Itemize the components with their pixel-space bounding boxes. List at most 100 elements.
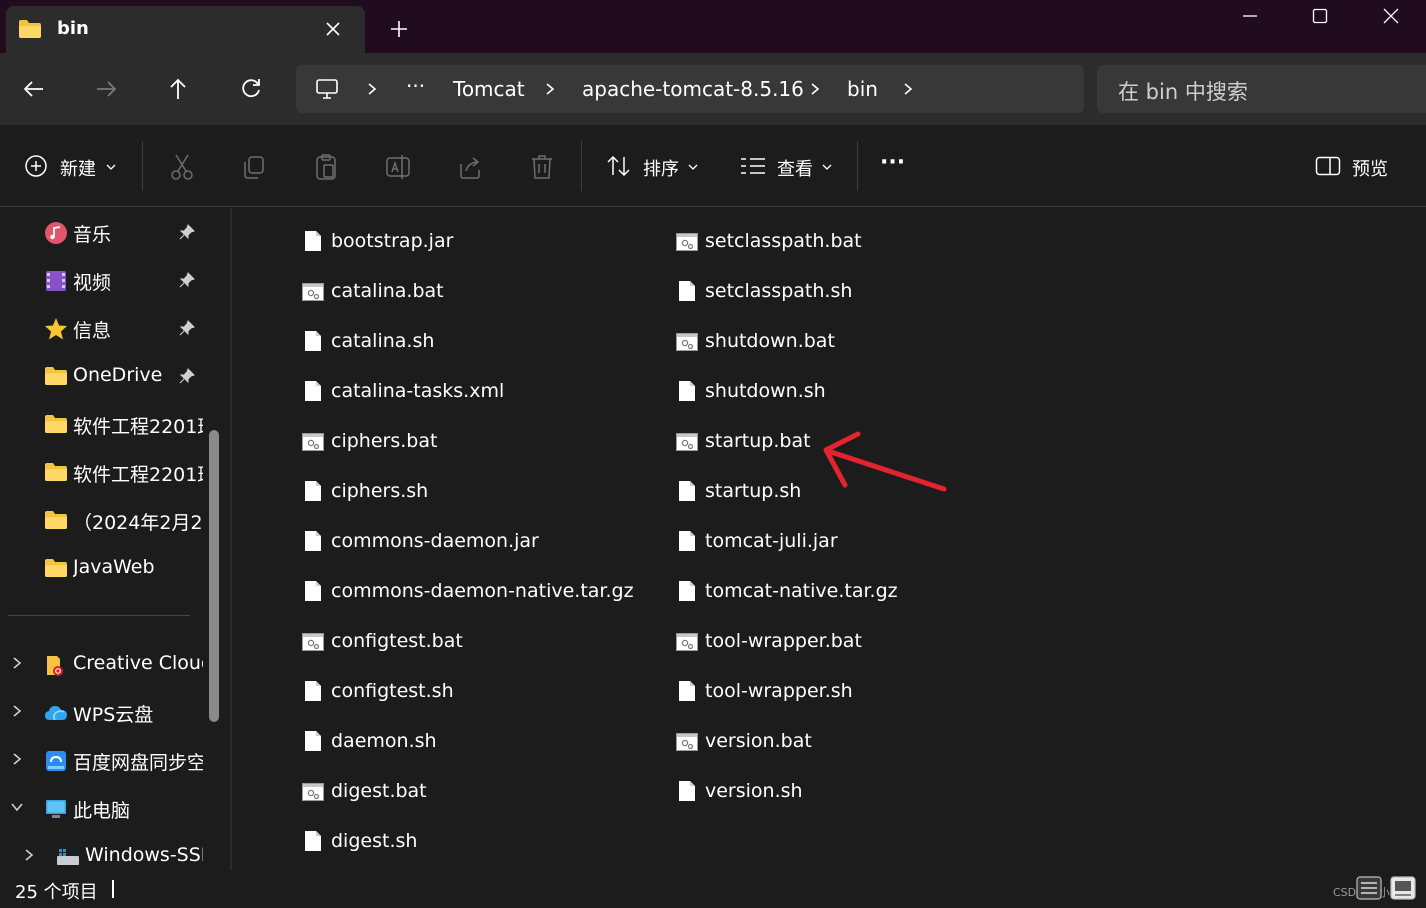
forward-arrow-icon[interactable] — [92, 75, 120, 103]
file-item[interactable]: catalina.sh — [304, 322, 644, 362]
toolbar-divider — [581, 141, 582, 191]
file-item[interactable]: catalina-tasks.xml — [304, 372, 644, 412]
file-name: shutdown.sh — [705, 380, 826, 402]
file-icon — [678, 780, 696, 806]
file-name: commons-daemon-native.tar.gz — [331, 580, 634, 602]
search-input[interactable]: 在 bin 中搜索 — [1097, 65, 1426, 113]
file-item[interactable]: catalina.bat — [302, 272, 644, 312]
sidebar-item-windows-ssd[interactable]: Windows-SSD — [0, 836, 210, 870]
file-item[interactable]: digest.bat — [302, 772, 644, 812]
tab-bin[interactable]: bin — [6, 6, 365, 53]
sidebar-item-music[interactable]: 音乐 — [0, 212, 210, 252]
file-item[interactable]: daemon.sh — [304, 722, 644, 762]
breadcrumb-tomcat[interactable]: Tomcat — [453, 77, 525, 101]
back-arrow-icon[interactable] — [20, 75, 48, 103]
file-item[interactable]: ciphers.bat — [302, 422, 644, 462]
batch-file-icon — [676, 232, 698, 256]
chevron-down-icon[interactable] — [10, 800, 24, 814]
breadcrumb-bin[interactable]: bin — [847, 77, 878, 101]
minimize-button[interactable] — [1215, 0, 1285, 33]
file-item[interactable]: shutdown.bat — [676, 322, 1018, 362]
file-item[interactable]: configtest.sh — [304, 672, 644, 712]
chevron-right-icon[interactable] — [366, 82, 378, 96]
cut-icon[interactable] — [169, 152, 195, 182]
close-window-button[interactable] — [1356, 0, 1426, 33]
file-item[interactable]: shutdown.sh — [678, 372, 1018, 412]
sidebar-item-this-pc[interactable]: 此电脑 — [0, 788, 210, 828]
sidebar-item-videos[interactable]: 视频 — [0, 260, 210, 300]
sidebar-item-label: 此电脑 — [73, 800, 131, 822]
tab-title: bin — [57, 18, 89, 39]
file-item[interactable]: commons-daemon.jar — [304, 522, 644, 562]
sidebar-item-wps-cloud[interactable]: WPS云盘 — [0, 692, 210, 732]
folder-icon — [45, 415, 67, 433]
file-item[interactable]: tomcat-juli.jar — [678, 522, 1018, 562]
copy-icon[interactable] — [241, 152, 267, 182]
chevron-right-icon[interactable] — [544, 82, 556, 96]
sidebar-item-javaweb[interactable]: JavaWeb — [0, 548, 210, 588]
file-item[interactable]: version.bat — [676, 722, 1018, 762]
batch-file-icon — [676, 732, 698, 756]
folder-icon — [19, 20, 41, 38]
file-item[interactable]: tool-wrapper.sh — [678, 672, 1018, 712]
share-icon[interactable] — [457, 152, 483, 182]
file-item[interactable]: tomcat-native.tar.gz — [678, 572, 1018, 612]
sidebar-item-info[interactable]: 信息 — [0, 308, 210, 348]
new-tab-icon[interactable] — [387, 17, 411, 41]
pin-icon[interactable] — [179, 320, 195, 336]
paste-icon[interactable] — [313, 152, 339, 182]
thumbnail-view-icon[interactable] — [1390, 876, 1416, 900]
maximize-button[interactable] — [1285, 0, 1355, 33]
address-bar[interactable]: ··· Tomcat apache-tomcat-8.5.16 bin — [296, 65, 1084, 113]
new-button[interactable]: 新建 — [24, 152, 120, 182]
more-options-button[interactable]: ··· — [880, 150, 910, 182]
preview-button[interactable]: 预览 — [1315, 152, 1395, 182]
chevron-right-icon[interactable] — [10, 704, 24, 718]
close-tab-icon[interactable] — [321, 17, 345, 41]
chevron-right-icon[interactable] — [10, 752, 24, 766]
monitor-icon[interactable] — [315, 77, 339, 101]
file-name: commons-daemon.jar — [331, 530, 539, 552]
chevron-right-icon[interactable] — [902, 82, 914, 96]
batch-file-icon — [676, 332, 698, 356]
file-name: catalina-tasks.xml — [331, 380, 505, 402]
chevron-right-icon[interactable] — [809, 82, 821, 96]
chevron-right-icon[interactable] — [10, 656, 24, 670]
pin-icon[interactable] — [179, 368, 195, 384]
details-view-icon[interactable] — [1356, 876, 1382, 900]
file-item[interactable]: commons-daemon-native.tar.gz — [304, 572, 644, 612]
file-icon — [678, 680, 696, 706]
pin-icon[interactable] — [179, 224, 195, 240]
file-item[interactable]: bootstrap.jar — [304, 222, 644, 262]
up-arrow-icon[interactable] — [164, 75, 192, 103]
sort-button[interactable]: 排序 — [606, 152, 700, 182]
file-item[interactable]: setclasspath.sh — [678, 272, 1018, 312]
sidebar-item-onedrive[interactable]: OneDrive — [0, 356, 210, 396]
file-name: ciphers.bat — [331, 430, 438, 452]
pin-icon[interactable] — [179, 272, 195, 288]
sidebar-item-label: JavaWeb — [73, 556, 155, 578]
sidebar-scrollbar[interactable] — [209, 430, 219, 722]
breadcrumb-apache-tomcat[interactable]: apache-tomcat-8.5.16 — [582, 77, 804, 101]
file-icon — [304, 480, 322, 506]
file-item[interactable]: configtest.bat — [302, 622, 644, 662]
sidebar-item-folder[interactable]: 软件工程2201班 — [0, 404, 210, 444]
file-item[interactable]: version.sh — [678, 772, 1018, 812]
breadcrumb-more[interactable]: ··· — [406, 74, 425, 98]
sidebar-item-label: 软件工程2201班 — [73, 464, 203, 486]
file-item[interactable]: setclasspath.bat — [676, 222, 1018, 262]
sidebar-item-folder[interactable]: （2024年2月29 — [0, 500, 210, 540]
file-item[interactable]: ciphers.sh — [304, 472, 644, 512]
chevron-right-icon[interactable] — [22, 848, 36, 862]
file-icon — [304, 230, 322, 256]
view-button[interactable]: 查看 — [740, 152, 834, 182]
refresh-icon[interactable] — [237, 75, 265, 103]
file-item[interactable]: digest.sh — [304, 822, 644, 862]
file-item[interactable]: tool-wrapper.bat — [676, 622, 1018, 662]
sidebar-divider — [8, 615, 190, 616]
sidebar-item-baidu-netdisk[interactable]: 百度网盘同步空间 — [0, 740, 210, 780]
rename-icon[interactable] — [385, 152, 411, 182]
sidebar-item-creative-cloud[interactable]: Creative Cloud — [0, 644, 210, 684]
sidebar-item-folder[interactable]: 软件工程2201班 — [0, 452, 210, 492]
delete-icon[interactable] — [529, 152, 555, 182]
